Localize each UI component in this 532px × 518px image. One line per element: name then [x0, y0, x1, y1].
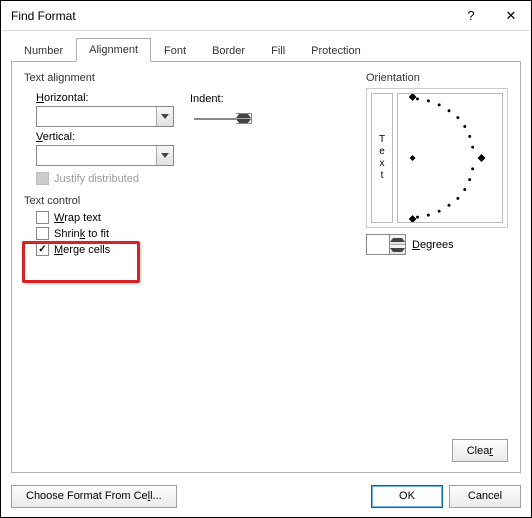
chevron-down-icon [156, 146, 173, 165]
spin-up-icon[interactable] [390, 235, 405, 244]
spin-down-icon[interactable] [390, 244, 405, 254]
degrees-label: Degrees [412, 239, 454, 251]
close-button[interactable]: ✕ [491, 1, 531, 31]
chevron-down-icon [156, 107, 173, 126]
tab-font[interactable]: Font [151, 39, 199, 63]
ok-button[interactable]: OK [371, 485, 443, 508]
tab-strip: Number Alignment Font Border Fill Protec… [11, 37, 521, 61]
tab-number[interactable]: Number [11, 39, 76, 63]
degrees-stepper[interactable] [366, 234, 406, 255]
orientation-vertical-text[interactable]: Text [371, 93, 393, 223]
merge-cells-checkbox[interactable]: ✓ [36, 243, 49, 256]
tab-panel: Text alignment Horizontal: Vertical: [11, 61, 521, 473]
spin-down-icon[interactable] [236, 118, 251, 123]
indent-stepper[interactable] [194, 107, 252, 130]
justify-distributed-label: Justify distributed [54, 173, 139, 185]
horizontal-label: Horizontal: [36, 92, 174, 104]
horizontal-combo[interactable] [36, 106, 174, 127]
orientation-label: Orientation [366, 72, 508, 84]
choose-format-button[interactable]: Choose Format From Cell... [11, 485, 177, 508]
tab-protection[interactable]: Protection [298, 39, 374, 63]
tab-alignment[interactable]: Alignment [76, 38, 151, 62]
text-alignment-label: Text alignment [24, 72, 358, 84]
shrink-to-fit-label: Shrink to fit [54, 228, 109, 240]
help-button[interactable]: ? [451, 1, 491, 31]
orientation-arc[interactable] [397, 93, 503, 223]
window-title: Find Format [11, 9, 451, 23]
indent-label: Indent: [190, 93, 252, 105]
wrap-text-label: Wrap text [54, 212, 101, 224]
orientation-widget[interactable]: Text [366, 88, 508, 228]
justify-distributed-checkbox [36, 172, 49, 185]
vertical-label: Vertical: [36, 131, 174, 143]
tab-fill[interactable]: Fill [258, 39, 298, 63]
shrink-to-fit-checkbox[interactable] [36, 227, 49, 240]
clear-button[interactable]: Clear [452, 439, 508, 462]
merge-cells-label: Merge cells [54, 244, 110, 256]
text-control-label: Text control [24, 195, 358, 207]
cancel-button[interactable]: Cancel [449, 485, 521, 508]
tab-border[interactable]: Border [199, 39, 258, 63]
dialog-footer: Choose Format From Cell... OK Cancel [1, 475, 531, 517]
vertical-combo[interactable] [36, 145, 174, 166]
title-bar: Find Format ? ✕ [1, 1, 531, 31]
wrap-text-checkbox[interactable] [36, 211, 49, 224]
